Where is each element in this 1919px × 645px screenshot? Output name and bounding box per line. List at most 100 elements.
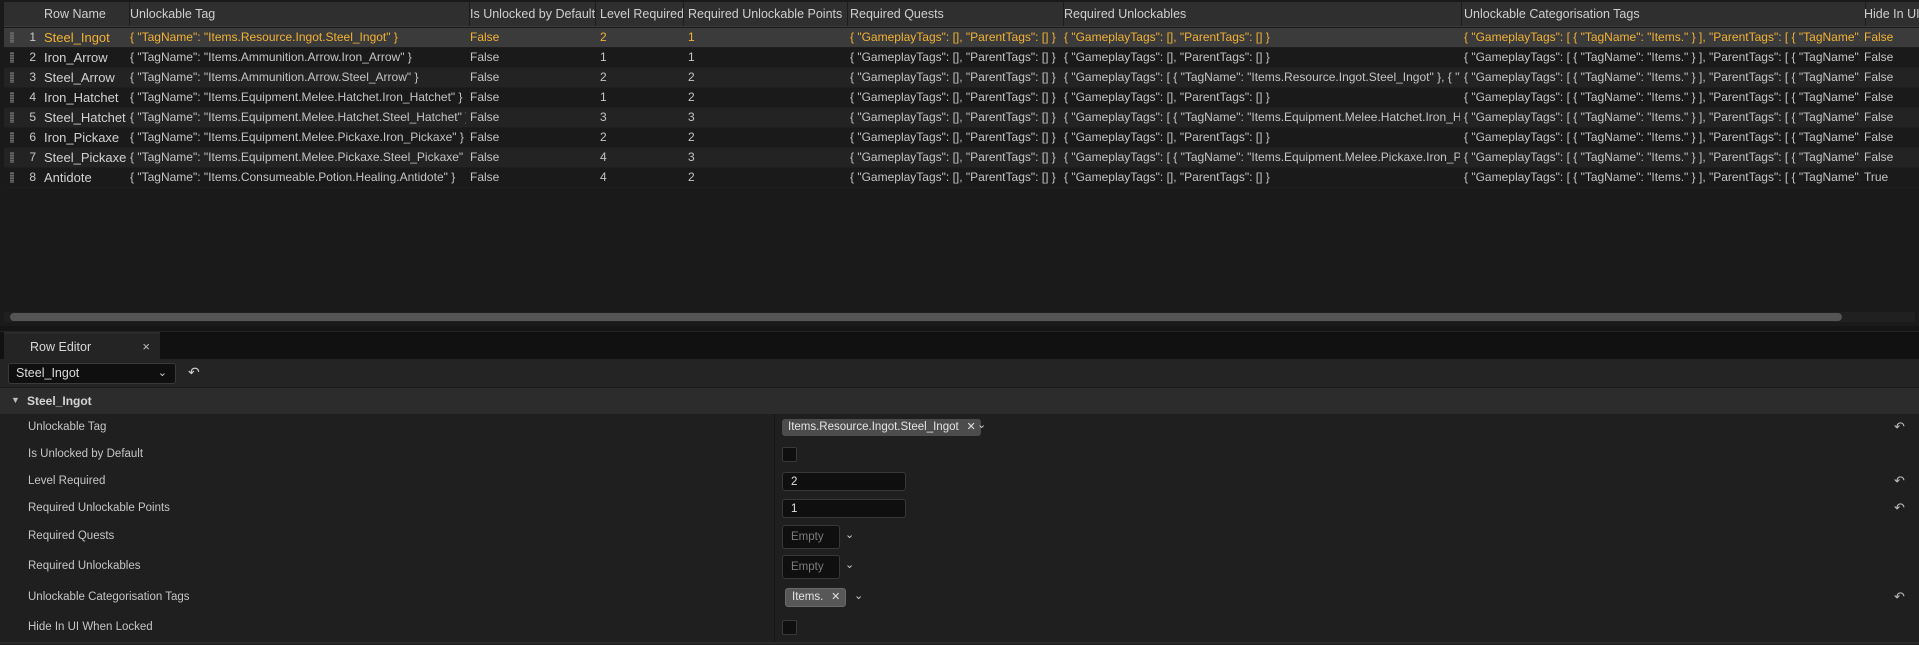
- data-table: Row Name Unlockable Tag Is Unlocked by D…: [0, 0, 1919, 326]
- row-number: 3: [29, 70, 36, 84]
- property-unlockable-categorisation-tags: Unlockable Categorisation Tags Items. ✕ …: [0, 582, 1919, 615]
- level-required-input[interactable]: [782, 472, 906, 491]
- column-header-level-required[interactable]: Level Required: [596, 2, 684, 26]
- column-divider[interactable]: [774, 495, 775, 522]
- table-row[interactable]: 6 Iron_Pickaxe { "TagName": "Items.Equip…: [4, 128, 1919, 148]
- undo-icon[interactable]: ↶: [188, 364, 200, 381]
- cell-required-quests: { "GameplayTags": [], "ParentTags": [] }: [850, 150, 1056, 164]
- column-header-hide-in-ui[interactable]: Hide In UI When Locked: [1860, 2, 1919, 26]
- tag-chip[interactable]: Items.Resource.Ingot.Steel_Ingot ✕: [782, 419, 981, 436]
- tag-chip[interactable]: Items. ✕: [785, 588, 847, 607]
- column-divider[interactable]: [774, 552, 775, 582]
- cell-row-name: Steel_Pickaxe: [44, 150, 126, 165]
- close-icon[interactable]: ×: [142, 339, 150, 354]
- cell-required-unlockables: { "GameplayTags": [ { "TagName": "Items.…: [1064, 150, 1460, 164]
- horizontal-scrollbar[interactable]: [4, 312, 1915, 322]
- remove-tag-icon[interactable]: ✕: [966, 419, 975, 436]
- drag-handle-icon[interactable]: [10, 72, 14, 83]
- chevron-down-icon[interactable]: ⌄: [977, 418, 986, 431]
- required-quests-picker[interactable]: Empty: [782, 525, 840, 549]
- cell-unlockable-tag: { "TagName": "Items.Ammunition.Arrow.Iro…: [130, 50, 412, 64]
- cell-categorisation-tags: { "GameplayTags": [ { "TagName": "Items.…: [1464, 50, 1860, 64]
- row-selector-dropdown[interactable]: Steel_Ingot ⌄: [8, 363, 176, 384]
- cell-is-unlocked: False: [470, 170, 500, 184]
- is-unlocked-checkbox[interactable]: [782, 447, 797, 462]
- property-label: Is Unlocked by Default: [28, 448, 144, 460]
- column-header-is-unlocked[interactable]: Is Unlocked by Default: [466, 2, 596, 26]
- chevron-down-icon: ⌄: [157, 367, 167, 379]
- drag-handle-icon[interactable]: [10, 92, 14, 103]
- cell-unlockable-tag: { "TagName": "Items.Equipment.Melee.Pick…: [130, 130, 464, 144]
- column-header-required-unlockables[interactable]: Required Unlockables: [1060, 2, 1462, 26]
- cell-hide-in-ui: False: [1864, 150, 1894, 164]
- section-header-steel-ingot[interactable]: ▼ Steel_Ingot: [0, 387, 1919, 416]
- cell-categorisation-tags: { "GameplayTags": [ { "TagName": "Items.…: [1464, 30, 1860, 44]
- cell-level-required: 4: [600, 170, 607, 184]
- drag-handle-icon[interactable]: [10, 52, 14, 63]
- column-divider[interactable]: [774, 614, 775, 642]
- cell-row-name: Iron_Pickaxe: [44, 130, 120, 145]
- row-number: 6: [29, 130, 36, 144]
- property-label: Unlockable Tag: [28, 421, 107, 433]
- cell-required-points: 2: [688, 70, 695, 84]
- required-points-input[interactable]: [782, 499, 906, 518]
- cell-required-unlockables: { "GameplayTags": [], "ParentTags": [] }: [1064, 170, 1270, 184]
- chevron-down-icon[interactable]: ⌄: [854, 589, 863, 602]
- cell-categorisation-tags: { "GameplayTags": [ { "TagName": "Items.…: [1464, 150, 1860, 164]
- column-header-required-quests[interactable]: Required Quests: [846, 2, 1064, 26]
- column-divider[interactable]: [774, 414, 775, 441]
- reset-to-default-icon[interactable]: ↶: [1894, 500, 1905, 516]
- column-header-row-name[interactable]: Row Name: [40, 2, 130, 26]
- scrollbar-thumb[interactable]: [10, 313, 1842, 321]
- table-row[interactable]: 3 Steel_Arrow { "TagName": "Items.Ammuni…: [4, 68, 1919, 88]
- drag-handle-icon[interactable]: [10, 152, 14, 163]
- column-divider[interactable]: [774, 582, 775, 614]
- drag-handle-icon[interactable]: [10, 112, 14, 123]
- reset-to-default-icon[interactable]: ↶: [1894, 419, 1905, 435]
- cell-required-quests: { "GameplayTags": [], "ParentTags": [] }: [850, 110, 1056, 124]
- drag-handle-icon[interactable]: [10, 32, 14, 43]
- property-label: Level Required: [28, 475, 106, 487]
- collapse-arrow-icon[interactable]: ▼: [11, 395, 20, 405]
- chevron-down-icon[interactable]: ⌄: [845, 558, 854, 571]
- column-header-required-points[interactable]: Required Unlockable Points: [684, 2, 848, 26]
- column-divider[interactable]: [774, 522, 775, 552]
- cell-row-name: Steel_Arrow: [44, 70, 115, 85]
- hide-in-ui-checkbox[interactable]: [782, 620, 797, 635]
- reset-to-default-icon[interactable]: ↶: [1894, 589, 1905, 605]
- tab-row-editor[interactable]: Row Editor ×: [4, 332, 160, 360]
- table-header: Row Name Unlockable Tag Is Unlocked by D…: [4, 2, 1919, 27]
- cell-categorisation-tags: { "GameplayTags": [ { "TagName": "Items.…: [1464, 130, 1860, 144]
- drag-handle-icon[interactable]: [10, 172, 14, 183]
- column-header-categorisation-tags[interactable]: Unlockable Categorisation Tags: [1460, 2, 1866, 26]
- table-row[interactable]: 8 Antidote { "TagName": "Items.Consumeab…: [4, 168, 1919, 188]
- property-label: Required Unlockable Points: [28, 502, 170, 514]
- table-row[interactable]: 1 Steel_Ingot { "TagName": "Items.Resour…: [4, 28, 1919, 48]
- cell-required-points: 2: [688, 130, 695, 144]
- table-row[interactable]: 5 Steel_Hatchet { "TagName": "Items.Equi…: [4, 108, 1919, 128]
- tag-chip-label: Items.: [792, 591, 824, 603]
- cell-level-required: 4: [600, 150, 607, 164]
- required-unlockables-picker[interactable]: Empty: [782, 555, 840, 579]
- chevron-down-icon[interactable]: ⌄: [845, 528, 854, 541]
- column-divider[interactable]: [774, 468, 775, 495]
- column-header-unlockable-tag[interactable]: Unlockable Tag: [126, 2, 470, 26]
- cell-is-unlocked: False: [470, 130, 500, 144]
- drag-handle-icon[interactable]: [10, 132, 14, 143]
- cell-required-quests: { "GameplayTags": [], "ParentTags": [] }: [850, 30, 1056, 44]
- remove-tag-icon[interactable]: ✕: [831, 589, 840, 606]
- cell-required-points: 1: [688, 30, 695, 44]
- cell-hide-in-ui: False: [1864, 130, 1894, 144]
- table-row[interactable]: 2 Iron_Arrow { "TagName": "Items.Ammunit…: [4, 48, 1919, 68]
- panel-tab-bar: Row Editor ×: [0, 331, 1919, 360]
- cell-hide-in-ui: False: [1864, 110, 1894, 124]
- cell-required-points: 1: [688, 50, 695, 64]
- row-number: 7: [29, 150, 36, 164]
- cell-unlockable-tag: { "TagName": "Items.Equipment.Melee.Hatc…: [130, 90, 463, 104]
- table-row[interactable]: 4 Iron_Hatchet { "TagName": "Items.Equip…: [4, 88, 1919, 108]
- cell-unlockable-tag: { "TagName": "Items.Resource.Ingot.Steel…: [130, 30, 398, 44]
- column-divider[interactable]: [774, 441, 775, 468]
- cell-is-unlocked: False: [470, 90, 500, 104]
- table-row[interactable]: 7 Steel_Pickaxe { "TagName": "Items.Equi…: [4, 148, 1919, 168]
- reset-to-default-icon[interactable]: ↶: [1894, 473, 1905, 489]
